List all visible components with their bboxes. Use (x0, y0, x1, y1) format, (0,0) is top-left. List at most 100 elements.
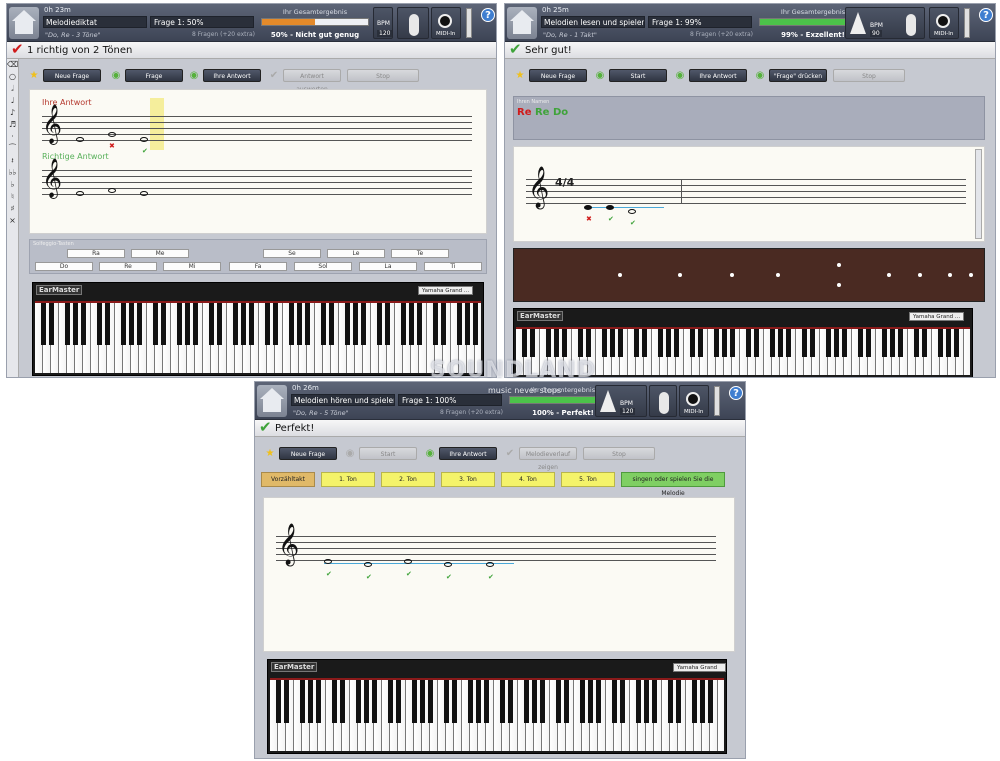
black-key[interactable] (136, 303, 142, 345)
score-sheet[interactable]: 𝄞 ✔ ✔ ✔ ✔ ✔ (263, 497, 735, 652)
guitar-fretboard[interactable] (513, 248, 985, 302)
black-key[interactable] (464, 303, 470, 345)
black-key[interactable] (64, 303, 70, 345)
eighth-note-icon[interactable]: ♪ (7, 107, 18, 119)
press-question-button[interactable]: "Frage" drücken (769, 69, 827, 82)
black-key[interactable] (689, 329, 695, 357)
virtual-piano[interactable]: EarMaster Yamaha Grand ... (32, 282, 484, 376)
black-key[interactable] (657, 329, 663, 357)
solfege-key-sol[interactable]: Sol (294, 262, 352, 271)
black-key[interactable] (825, 329, 831, 357)
sixteenth-note-icon[interactable]: ♬ (7, 119, 18, 131)
black-key[interactable] (633, 329, 639, 357)
bpm-control[interactable]: BPM 120 (373, 7, 393, 39)
bpm-value[interactable]: 120 (377, 30, 393, 37)
tone-3-button[interactable]: 3. Ton (441, 472, 495, 487)
dot-icon[interactable]: · (7, 131, 18, 143)
black-key[interactable] (531, 680, 537, 723)
black-key[interactable] (523, 680, 529, 723)
black-key[interactable] (331, 680, 337, 723)
start-button[interactable]: Start (609, 69, 667, 82)
solfege-key-la[interactable]: La (359, 262, 417, 271)
stop-button[interactable]: Stop (833, 69, 905, 82)
stop-button[interactable]: Stop (347, 69, 419, 82)
count-in-button[interactable]: Vorzähltakt (261, 472, 315, 487)
half-note-icon[interactable]: 𝅗𝅥 (7, 83, 18, 95)
black-key[interactable] (416, 303, 422, 345)
black-key[interactable] (913, 329, 919, 357)
black-key[interactable] (665, 329, 671, 357)
your-answer-button[interactable]: Ihre Antwort (689, 69, 747, 82)
black-key[interactable] (288, 303, 294, 345)
black-key[interactable] (529, 329, 535, 357)
black-key[interactable] (745, 329, 751, 357)
black-key[interactable] (384, 303, 390, 345)
piano-sound-select[interactable]: Yamaha Grand ... (673, 663, 726, 680)
black-key[interactable] (561, 329, 567, 357)
black-key[interactable] (160, 303, 166, 345)
black-key[interactable] (801, 329, 807, 357)
start-button[interactable]: Start (359, 447, 417, 460)
midi-tool[interactable]: MIDI-In (431, 7, 461, 39)
black-key[interactable] (240, 303, 246, 345)
note[interactable] (76, 137, 84, 142)
black-key[interactable] (857, 329, 863, 357)
double-sharp-icon[interactable]: × (7, 215, 18, 227)
help-icon[interactable]: ? (979, 8, 993, 22)
black-key[interactable] (729, 329, 735, 357)
black-key[interactable] (651, 680, 657, 723)
black-key[interactable] (120, 303, 126, 345)
stop-button[interactable]: Stop (583, 447, 655, 460)
black-key[interactable] (587, 680, 593, 723)
black-key[interactable] (753, 329, 759, 357)
black-key[interactable] (721, 329, 727, 357)
tone-1-button[interactable]: 1. Ton (321, 472, 375, 487)
black-key[interactable] (363, 680, 369, 723)
black-key[interactable] (521, 329, 527, 357)
black-key[interactable] (339, 680, 345, 723)
black-key[interactable] (699, 680, 705, 723)
black-key[interactable] (456, 303, 462, 345)
black-key[interactable] (809, 329, 815, 357)
solfege-key-re[interactable]: Re (99, 262, 157, 271)
piano-keys[interactable] (270, 678, 724, 751)
black-key[interactable] (643, 680, 649, 723)
black-key[interactable] (673, 329, 679, 357)
black-key[interactable] (769, 329, 775, 357)
black-key[interactable] (40, 303, 46, 345)
black-key[interactable] (579, 680, 585, 723)
black-key[interactable] (355, 680, 361, 723)
solfege-key-fa[interactable]: Fa (229, 262, 287, 271)
solfege-key-se[interactable]: Se (263, 249, 321, 258)
black-key[interactable] (697, 329, 703, 357)
black-key[interactable] (443, 680, 449, 723)
black-key[interactable] (299, 680, 305, 723)
black-key[interactable] (371, 680, 377, 723)
black-key[interactable] (499, 680, 505, 723)
black-key[interactable] (344, 303, 350, 345)
tone-4-button[interactable]: 4. Ton (501, 472, 555, 487)
home-icon[interactable] (507, 7, 537, 39)
black-key[interactable] (320, 303, 326, 345)
sharp-icon[interactable]: ♯ (7, 203, 18, 215)
black-key[interactable] (555, 680, 561, 723)
black-key[interactable] (833, 329, 839, 357)
note[interactable] (108, 132, 116, 137)
piano-sound-select[interactable]: Yamaha Grand ... (418, 286, 474, 295)
mic-tool[interactable] (397, 7, 429, 39)
black-key[interactable] (272, 303, 278, 345)
virtual-piano[interactable]: EarMaster Yamaha Grand ... (267, 659, 727, 754)
black-key[interactable] (408, 303, 414, 345)
black-key[interactable] (360, 303, 366, 345)
tone-2-button[interactable]: 2. Ton (381, 472, 435, 487)
black-key[interactable] (400, 303, 406, 345)
black-key[interactable] (483, 680, 489, 723)
black-key[interactable] (713, 329, 719, 357)
black-key[interactable] (208, 303, 214, 345)
black-key[interactable] (707, 680, 713, 723)
black-key[interactable] (275, 680, 281, 723)
black-key[interactable] (387, 680, 393, 723)
black-key[interactable] (667, 680, 673, 723)
black-key[interactable] (841, 329, 847, 357)
black-key[interactable] (232, 303, 238, 345)
